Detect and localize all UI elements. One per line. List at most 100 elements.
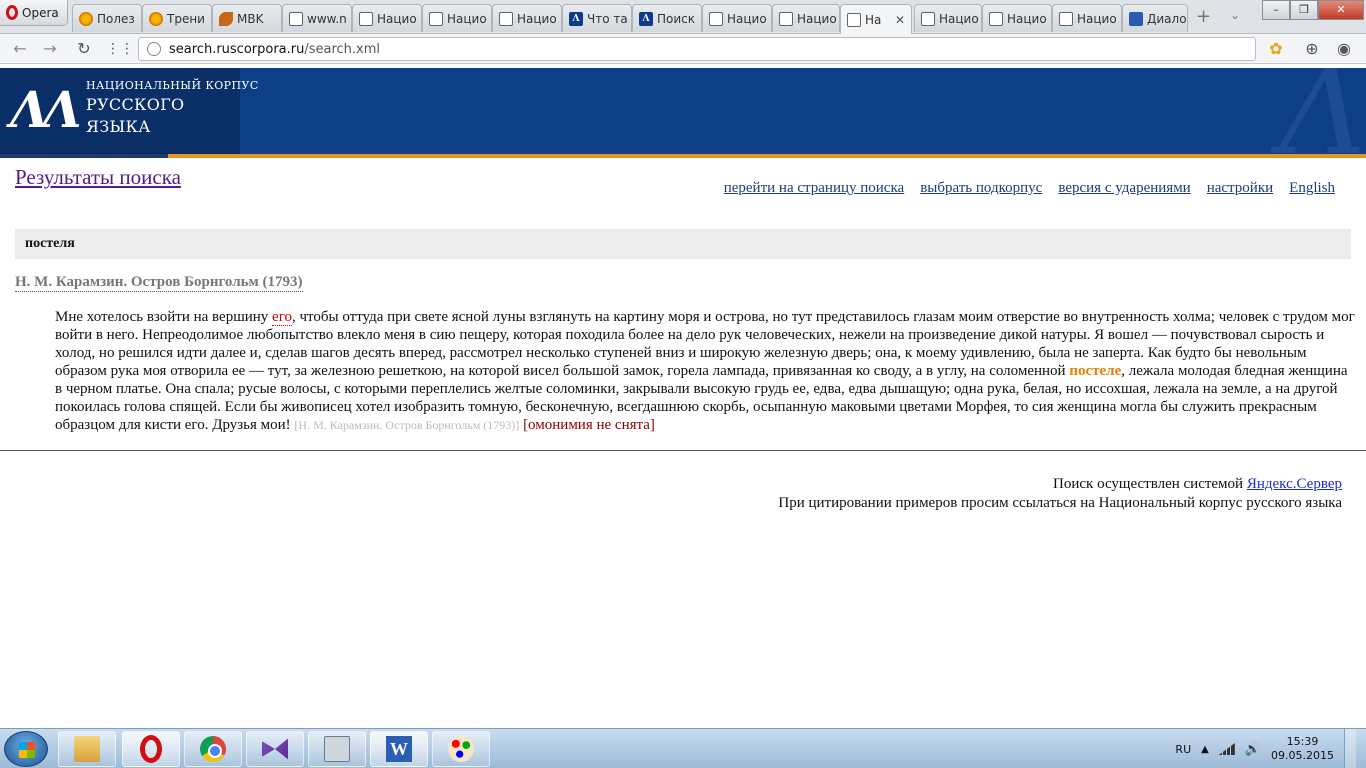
browser-tab[interactable]: MBK (212, 4, 282, 32)
url-path: /search.xml (304, 41, 381, 57)
browser-tab[interactable]: Нацио (914, 4, 982, 32)
english-link[interactable]: English (1289, 180, 1335, 197)
taskbar-clock[interactable]: 15:39 09.05.2015 (1271, 735, 1334, 763)
speed-dial-grid-icon[interactable]: ⋮⋮ (106, 39, 134, 59)
language-indicator[interactable]: RU (1175, 743, 1191, 756)
taskbar-calculator-button[interactable] (308, 731, 366, 767)
extension-flower-icon[interactable]: ✿ (1266, 39, 1286, 59)
footer-search-engine-text: Поиск осуществлен системой (1053, 476, 1247, 492)
yandex-server-link[interactable]: Яндекс.Сервер (1247, 476, 1342, 492)
show-desktop-button[interactable] (1344, 729, 1356, 768)
download-icon[interactable]: ⊕ (1302, 39, 1322, 59)
visual-studio-icon (262, 738, 288, 760)
forward-arrow-icon[interactable]: → (40, 39, 60, 59)
opera-menu-label: Opera (22, 5, 59, 20)
network-signal-icon[interactable] (1218, 743, 1235, 755)
system-tray: RU ▲ 🔊 15:39 09.05.2015 (1175, 729, 1366, 768)
tab-label: Нацио (447, 11, 487, 26)
snippet-word-ego[interactable]: его (272, 309, 292, 326)
page-footer: Поиск осуществлен системой Яндекс.Сервер… (778, 475, 1342, 513)
browser-tab-bar: Opera Полез Трени MBK www.n Нацио Нацио … (0, 0, 1366, 34)
page-favicon-icon (709, 11, 723, 26)
browser-tab[interactable]: Нацио (1052, 4, 1122, 32)
chrome-icon (200, 736, 226, 762)
taskbar-paint-button[interactable] (432, 731, 490, 767)
search-result-snippet: Мне хотелось взойти на вершину его, чтоб… (55, 308, 1355, 434)
corpus-logo-text[interactable]: НАЦИОНАЛЬНЫЙ КОРПУС РУССКОГО ЯЗЫКА (86, 79, 259, 136)
top-navigation-links: перейти на страницу поиска выбрать подко… (724, 180, 1335, 197)
new-tab-button[interactable]: + (1196, 6, 1211, 27)
header-watermark-logo: Λ (1279, 68, 1366, 158)
subcorpus-link[interactable]: выбрать подкорпус (920, 180, 1042, 197)
stress-version-link[interactable]: версия с ударениями (1058, 180, 1190, 197)
header-accent-bar (0, 154, 1366, 158)
taskbar-chrome-button[interactable] (184, 731, 242, 767)
url-field[interactable]: search.ruscorpora.ru/search.xml (138, 37, 1256, 61)
opera-icon (140, 735, 162, 763)
clock-date: 09.05.2015 (1271, 749, 1334, 762)
tab-label: Нацио (727, 11, 767, 26)
homonymy-note[interactable]: [омонимия не снята] (523, 417, 655, 433)
page-favicon-icon (921, 11, 935, 26)
leaf-favicon-icon (219, 11, 233, 26)
opera-menu-button[interactable]: Opera (0, 0, 68, 26)
tab-label: Нацио (517, 11, 557, 26)
close-window-button[interactable]: ✕ (1318, 0, 1364, 20)
footer-citation-note: При цитировании примеров просим ссылатьс… (778, 495, 1342, 511)
tab-label: Нацио (377, 11, 417, 26)
site-info-globe-icon[interactable] (147, 42, 161, 56)
browser-tab[interactable]: Диало (1122, 4, 1188, 32)
page-favicon-icon (989, 11, 1003, 26)
browser-tab-active[interactable]: На ✕ (840, 4, 912, 34)
tab-close-icon[interactable]: ✕ (895, 13, 905, 27)
snippet-text: Мне хотелось взойти на вершину (55, 309, 273, 325)
page-favicon-icon (359, 11, 373, 26)
browser-tab[interactable]: Нацио (982, 4, 1052, 32)
calculator-icon (324, 736, 350, 762)
windows-taskbar: W RU ▲ 🔊 15:39 09.05.2015 (0, 728, 1366, 768)
tray-expand-arrow-icon[interactable]: ▲ (1201, 744, 1209, 755)
snippet-hit-word[interactable]: постеле (1069, 363, 1121, 379)
browser-tab[interactable]: Λ Поиск (632, 4, 702, 32)
reload-icon[interactable]: ↻ (74, 39, 94, 59)
volume-icon[interactable]: 🔊 (1245, 742, 1261, 757)
file-explorer-icon (74, 736, 100, 762)
browser-tab[interactable]: Нацио (422, 4, 492, 32)
settings-link[interactable]: настройки (1207, 180, 1273, 197)
browser-tab[interactable]: Нацио (702, 4, 772, 32)
browser-tab[interactable]: Нацио (352, 4, 422, 32)
browser-tab[interactable]: Нацио (772, 4, 840, 32)
maximize-window-button[interactable]: ❐ (1290, 0, 1318, 20)
url-host: search.ruscorpora.ru (169, 41, 305, 57)
tab-menu-chevron-down-icon[interactable]: ⌄ (1230, 8, 1240, 22)
taskbar-visual-studio-button[interactable] (246, 731, 304, 767)
browser-tab[interactable]: Трени (142, 4, 212, 32)
logo-line-3: ЯЗЫКА (86, 117, 151, 136)
browser-tab[interactable]: Нацио (492, 4, 562, 32)
user-profile-icon[interactable]: ◉ (1334, 39, 1354, 59)
tab-label: Нацио (797, 11, 837, 26)
tab-label: Нацио (1077, 11, 1117, 26)
address-toolbar: ← → ↻ ⋮⋮ search.ruscorpora.ru/search.xml… (0, 34, 1366, 64)
taskbar-opera-button[interactable] (122, 731, 180, 767)
corpus-logo-mark[interactable]: ΛΛ (10, 82, 82, 138)
page-title-link[interactable]: Результаты поиска (15, 165, 181, 190)
browser-tab[interactable]: Полез (72, 4, 142, 32)
browser-tab[interactable]: www.n (282, 4, 352, 32)
back-arrow-icon[interactable]: ← (10, 39, 30, 59)
search-page-link[interactable]: перейти на страницу поиска (724, 180, 904, 197)
tab-label: На (865, 12, 882, 27)
tab-label: Нацио (1007, 11, 1047, 26)
footer-search-engine-line: Поиск осуществлен системой Яндекс.Сервер (778, 475, 1342, 494)
tab-label: Диало (1147, 11, 1187, 26)
taskbar-file-explorer-button[interactable] (58, 731, 116, 767)
tab-label: Нацио (939, 11, 979, 26)
browser-tab[interactable]: Λ Что та (562, 4, 632, 32)
page-favicon-icon (847, 12, 861, 27)
query-header: постеля (15, 229, 1351, 259)
page-favicon-icon (289, 11, 303, 26)
windows-start-button[interactable] (4, 731, 48, 767)
document-title[interactable]: Н. М. Карамзин. Остров Борнгольм (1793) (15, 274, 303, 292)
minimize-window-button[interactable]: – (1262, 0, 1290, 20)
taskbar-word-button[interactable]: W (370, 731, 428, 767)
